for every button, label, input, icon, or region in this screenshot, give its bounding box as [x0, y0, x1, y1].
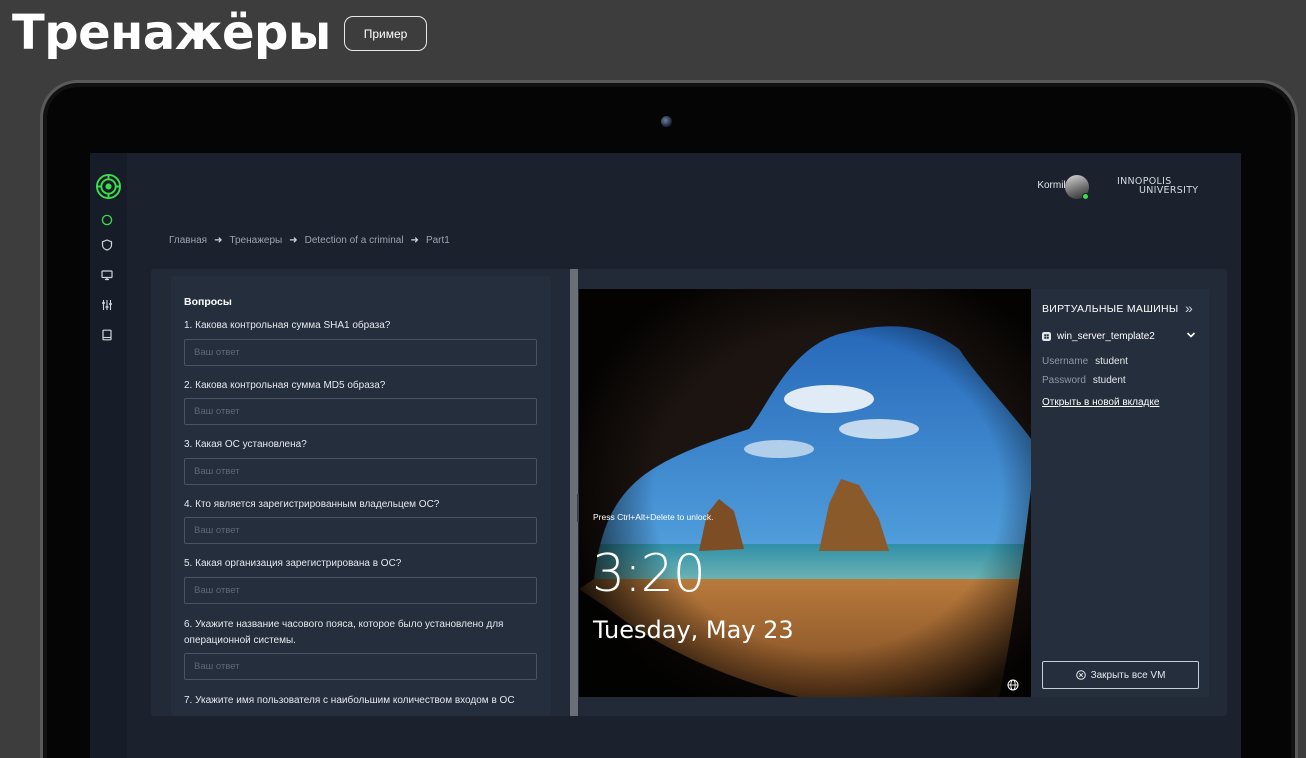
answer-input-2[interactable]	[184, 398, 537, 425]
book-icon	[102, 329, 112, 341]
answer-input-3[interactable]	[184, 458, 537, 485]
sliders-icon	[102, 300, 112, 310]
breadcrumb-item-home[interactable]: Главная	[169, 235, 207, 246]
arrow-right-icon: ➜	[410, 235, 419, 246]
breadcrumb-item-course[interactable]: Detection of a criminal	[305, 235, 404, 246]
shield-icon	[101, 239, 113, 251]
answer-input-5[interactable]	[184, 577, 537, 604]
close-circle-icon	[1075, 670, 1086, 680]
username-row: Username student	[1042, 356, 1128, 367]
close-all-vm-button[interactable]: Закрыть все VM	[1042, 661, 1199, 689]
brand-logo: INNOPOLIS UNIVERSITY	[1117, 177, 1211, 199]
windows-icon	[1042, 332, 1051, 341]
chevron-down-icon[interactable]	[1186, 330, 1196, 340]
resize-handle[interactable]	[570, 269, 578, 716]
breadcrumb: Главная ➜ Тренажеры ➜ Detection of a cri…	[169, 235, 450, 246]
lock-screen-date: Tuesday, May 23	[593, 616, 794, 644]
virtual-machines-panel: ВИРТУАЛЬНЫЕ МАШИНЫ » win_server_template…	[1031, 289, 1209, 697]
username-value: student	[1095, 356, 1128, 367]
vm-name: win_server_template2	[1057, 331, 1155, 342]
sidebar-item-docs[interactable]	[100, 328, 114, 342]
question-text: 4. Кто является зарегистрированным владе…	[184, 499, 440, 510]
close-all-vm-label: Закрыть все VM	[1090, 669, 1166, 681]
breadcrumb-item-simulators[interactable]: Тренажеры	[229, 235, 282, 246]
online-status-dot	[1082, 193, 1089, 200]
answer-input-6[interactable]	[184, 653, 537, 680]
arrow-right-icon: ➜	[289, 235, 298, 246]
answer-input-4[interactable]	[184, 517, 537, 544]
vm-item[interactable]: win_server_template2	[1042, 331, 1155, 342]
sidebar-item-settings[interactable]	[100, 298, 114, 312]
lock-screen-time: 3:20	[592, 544, 706, 604]
vm-display[interactable]: Press Ctrl+Alt+Delete to unlock. 3:20 Tu…	[579, 289, 1031, 697]
password-value: student	[1092, 375, 1126, 386]
monitor-icon	[101, 270, 113, 281]
password-label: Password	[1042, 375, 1086, 386]
question-text: 5. Какая организация зарегистрирована в …	[184, 558, 402, 569]
answer-input-1[interactable]	[184, 339, 537, 366]
page-title: Тренажёры	[12, 5, 331, 61]
webcam	[661, 116, 672, 127]
vm-panel-title: ВИРТУАЛЬНЫЕ МАШИНЫ	[1042, 303, 1179, 315]
question-text: 7. Укажите имя пользователя с наибольшим…	[184, 695, 515, 706]
laptop-screen: Kormiltcev INNOPOLIS UNIVERSITY Главная …	[90, 153, 1241, 758]
double-chevron-right-icon[interactable]: »	[1185, 300, 1193, 316]
brand-line-2: UNIVERSITY	[1139, 185, 1199, 196]
sidebar-item-security[interactable]	[100, 238, 114, 252]
sidebar-item-home[interactable]	[100, 213, 114, 227]
logo-icon[interactable]	[96, 174, 121, 199]
password-row: Password student	[1042, 375, 1126, 386]
questions-heading: Вопросы	[184, 296, 232, 308]
breadcrumb-item-part: Part1	[425, 235, 450, 246]
question-text: 6. Укажите название часового пояса, кото…	[184, 619, 504, 646]
example-button[interactable]: Пример	[344, 16, 427, 51]
username-label: Username	[1042, 356, 1089, 367]
question-text: 3. Какая ОС установлена?	[184, 439, 307, 450]
question-text: 2. Какова контрольная сумма MD5 образа?	[184, 380, 386, 391]
sidebar	[90, 153, 127, 758]
sidebar-item-machines[interactable]	[100, 268, 114, 282]
questions-panel: Вопросы 1. Какова контрольная сумма SHA1…	[171, 276, 551, 716]
arrow-right-icon: ➜	[214, 235, 223, 246]
question-text: 1. Какова контрольная сумма SHA1 образа?	[184, 320, 391, 331]
open-in-new-tab-link[interactable]: Открыть в новой вкладке	[1042, 397, 1159, 408]
network-icon[interactable]	[1007, 679, 1019, 691]
lock-screen-hint: Press Ctrl+Alt+Delete to unlock.	[593, 512, 714, 522]
circle-icon	[101, 214, 113, 226]
